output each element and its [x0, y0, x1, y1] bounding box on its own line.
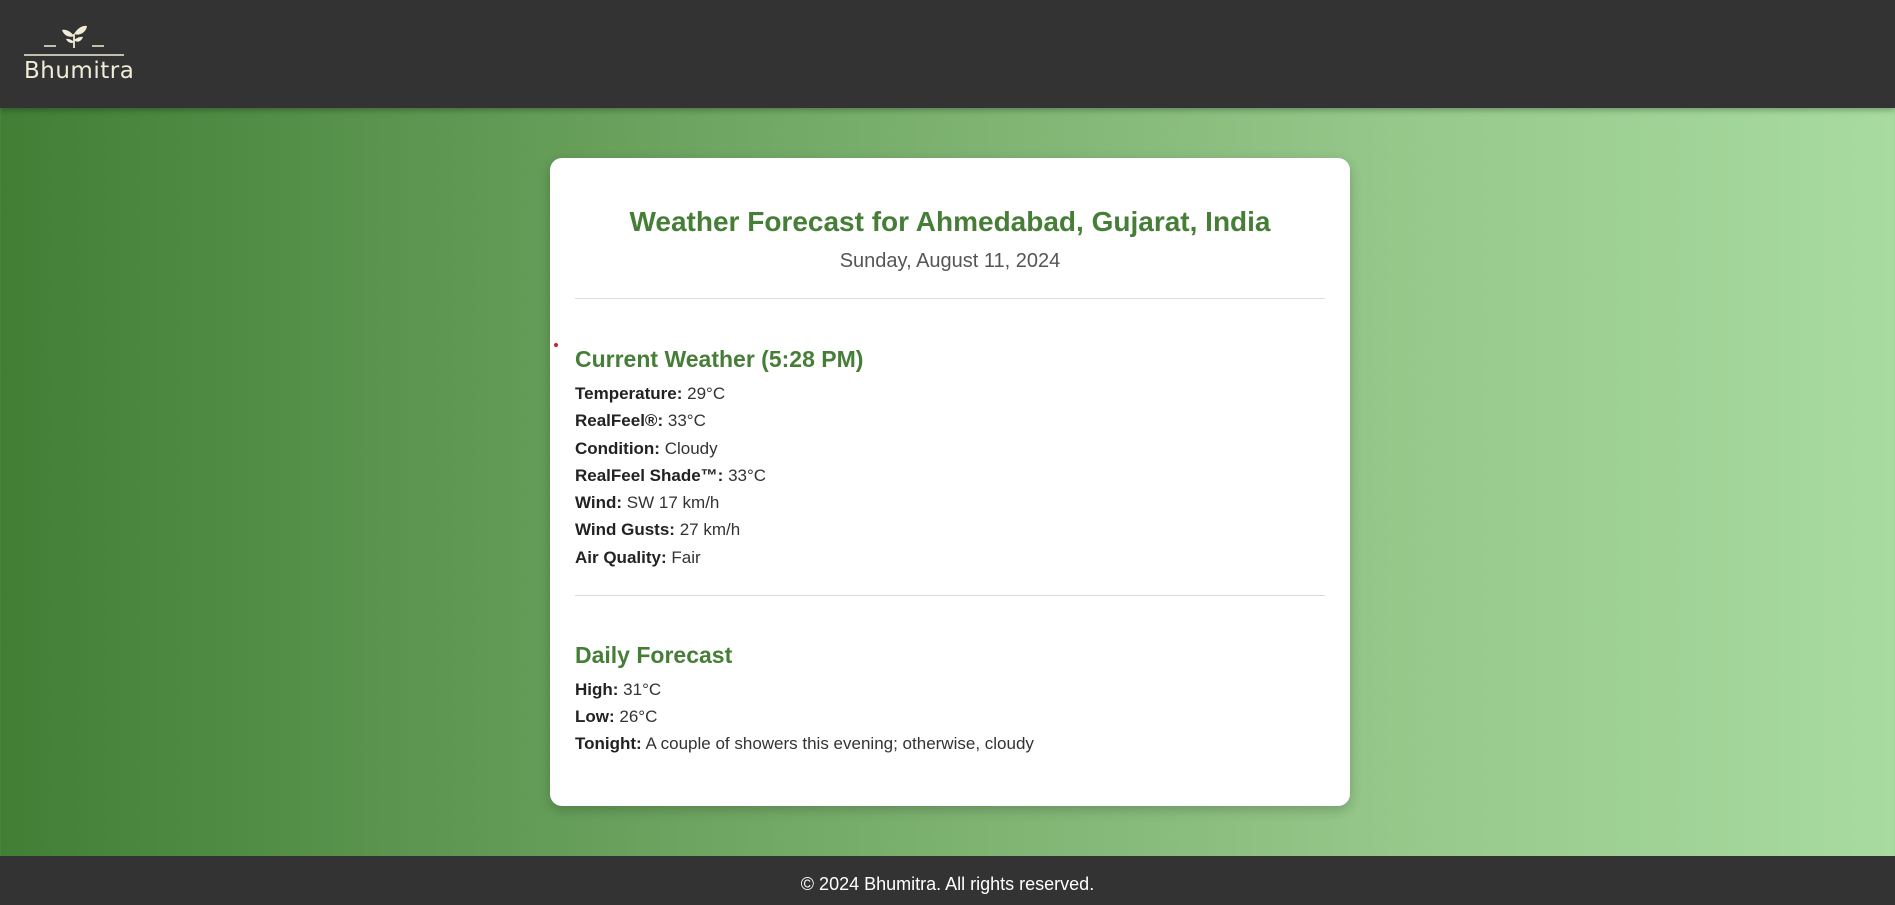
red-dot-marker — [554, 343, 558, 347]
row-label: Wind: — [575, 493, 623, 512]
row-value: 31°C — [623, 680, 662, 699]
row-value: Fair — [671, 548, 701, 567]
row-value: 33°C — [667, 411, 706, 430]
site-header: Bhumitra — [0, 0, 1895, 108]
divider — [575, 595, 1325, 596]
current-row-air-quality: Air Quality: Fair — [575, 548, 701, 568]
forecast-card: Weather Forecast for Ahmedabad, Gujarat,… — [550, 158, 1350, 806]
daily-forecast-heading: Daily Forecast — [575, 642, 733, 668]
row-label: High: — [575, 680, 619, 699]
daily-row-high: High: 31°C — [575, 680, 661, 700]
current-weather-heading: Current Weather (5:28 PM) — [575, 346, 864, 372]
row-value: 26°C — [619, 707, 658, 726]
row-value: Cloudy — [664, 439, 718, 458]
row-label: Temperature: — [575, 384, 683, 403]
row-value: A couple of showers this evening; otherw… — [645, 734, 1034, 753]
site-footer: © 2024 Bhumitra. All rights reserved. — [0, 856, 1895, 905]
forecast-title: Weather Forecast for Ahmedabad, Gujarat,… — [629, 206, 1271, 237]
logo-text: Bhumitra — [24, 58, 135, 84]
row-label: Low: — [575, 707, 615, 726]
row-value: 29°C — [687, 384, 726, 403]
row-value: SW 17 km/h — [626, 493, 720, 512]
row-value: 27 km/h — [679, 520, 741, 539]
row-label: Air Quality: — [575, 548, 667, 567]
row-label: Tonight: — [575, 734, 642, 753]
current-row-realfeel: RealFeel®: 33°C — [575, 411, 706, 431]
sprout-icon — [24, 25, 124, 56]
copyright-text: © 2024 Bhumitra. All rights reserved. — [800, 874, 1095, 894]
site-logo[interactable]: Bhumitra — [24, 18, 135, 88]
divider — [575, 298, 1325, 299]
current-row-wind-gusts: Wind Gusts: 27 km/h — [575, 520, 740, 540]
row-label: RealFeel®: — [575, 411, 664, 430]
row-label: Condition: — [575, 439, 660, 458]
row-value: 33°C — [728, 466, 767, 485]
row-label: RealFeel Shade™: — [575, 466, 724, 485]
daily-row-tonight: Tonight: A couple of showers this evenin… — [575, 734, 1034, 754]
current-row-realfeel-shade: RealFeel Shade™: 33°C — [575, 466, 766, 486]
row-label: Wind Gusts: — [575, 520, 675, 539]
current-row-wind: Wind: SW 17 km/h — [575, 493, 719, 513]
daily-row-low: Low: 26°C — [575, 707, 657, 727]
forecast-date: Sunday, August 11, 2024 — [839, 250, 1061, 272]
current-row-temperature: Temperature: 29°C — [575, 384, 725, 404]
current-row-condition: Condition: Cloudy — [575, 439, 718, 459]
